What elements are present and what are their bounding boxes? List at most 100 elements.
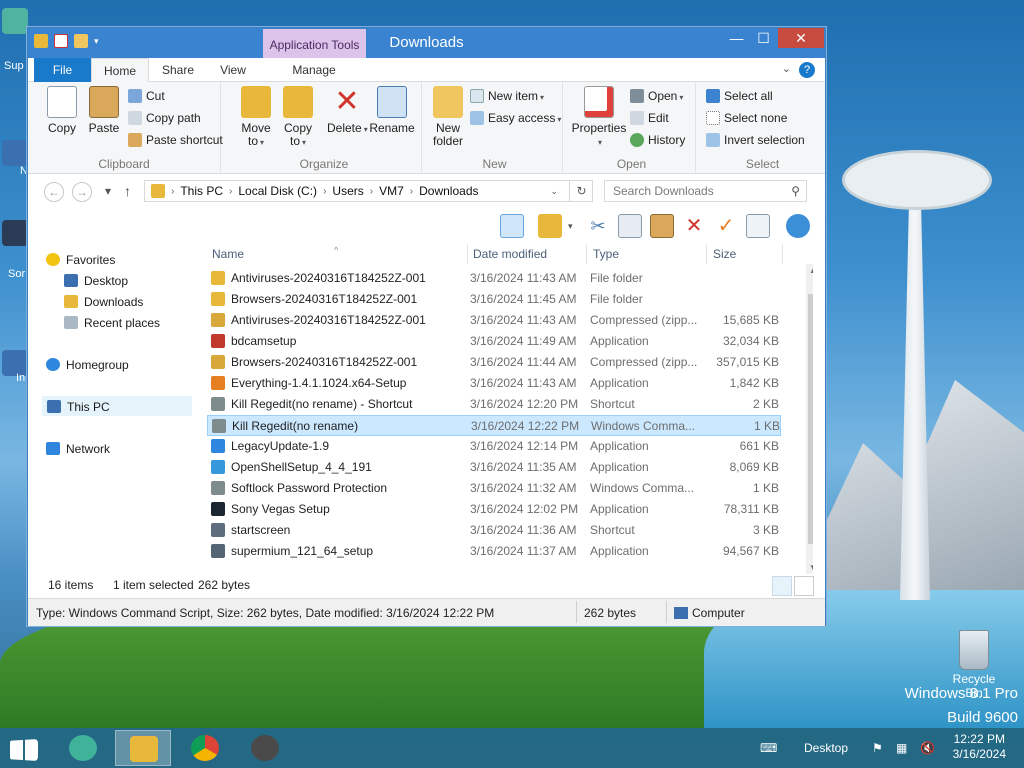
file-row[interactable]: Softlock Password Protection 3/16/2024 11… [207,478,781,499]
copy-to-button[interactable]: Copy to ▾ [279,86,317,149]
delete-button[interactable]: ✕ Delete ▾ [327,86,368,136]
file-row[interactable]: startscreen 3/16/2024 11:36 AM Shortcut 3 K… [207,520,781,541]
taskbar-chrome[interactable] [177,730,233,766]
history-button[interactable]: History [630,130,685,150]
file-row[interactable]: Antiviruses-20240316T184252Z-001 3/16/202… [207,268,781,289]
help-icon[interactable]: ? [799,62,815,78]
volume-muted-icon[interactable]: 🔇 [920,728,935,768]
scroll-up-icon[interactable]: ▲ [809,266,813,275]
cut-icon[interactable]: ✂ [586,214,610,238]
column-size[interactable]: Size [707,244,783,264]
vertical-scrollbar[interactable]: ▲ ▼ [806,264,813,574]
move-to-button[interactable]: Move to ▾ [237,86,275,149]
copy-button[interactable]: Copy [42,86,82,135]
search-input[interactable]: Search Downloads ⚲ [604,180,807,202]
chevron-down-icon[interactable]: ▾ [568,214,578,238]
taskbar-app-1[interactable] [55,730,111,766]
easy-access-button[interactable]: Easy access ▾ [470,108,561,128]
details-view-icon[interactable] [772,576,792,596]
paste-button[interactable]: Paste [84,86,124,135]
file-row[interactable]: Kill Regedit(no rename) - Shortcut 3/16/2… [207,394,781,415]
select-all-button[interactable]: Select all [706,86,773,106]
scroll-down-icon[interactable]: ▼ [809,563,813,572]
up-button[interactable]: ↑ [124,183,131,199]
refresh-icon[interactable]: ↻ [569,180,593,202]
scroll-thumb[interactable] [808,294,813,544]
properties-button[interactable]: Properties ▾ [570,86,628,149]
invert-selection-button[interactable]: Invert selection [706,130,805,150]
column-date[interactable]: Date modified [467,244,587,264]
title-bar[interactable]: ▾ Application Tools Downloads — ☐ ✕ [28,28,825,58]
cut-button[interactable]: Cut [128,86,165,106]
file-row[interactable]: Sony Vegas Setup 3/16/2024 12:02 PM Applic… [207,499,781,520]
maximize-button[interactable]: ☐ [750,28,777,48]
new-folder-button[interactable]: New folder [429,86,467,148]
desktop-icon-1[interactable] [2,8,28,34]
rename-button[interactable]: Rename [369,86,415,135]
file-row[interactable]: LegacyUpdate-1.9 3/16/2024 12:14 PM Applic… [207,436,781,457]
nav-this-pc[interactable]: This PC [42,396,192,416]
file-row[interactable]: Antiviruses-20240316T184252Z-001 3/16/202… [207,310,781,331]
shell-icon[interactable] [786,214,810,238]
column-name[interactable]: Name ^ [206,244,468,264]
tab-share[interactable]: Share [153,58,203,82]
new-item-button[interactable]: New item ▾ [470,86,544,106]
taskbar-file-explorer[interactable] [115,730,171,766]
forward-button[interactable]: → [72,182,92,202]
ribbon-collapse-icon[interactable]: ⌄ [782,62,791,75]
breadcrumb-local-disk[interactable]: Local Disk (C:) [238,184,317,198]
folder-options-icon[interactable] [538,214,562,238]
nav-desktop[interactable]: Desktop [64,271,128,291]
file-row[interactable]: Kill Regedit(no rename) 3/16/2024 12:22 P… [207,415,781,436]
minimize-button[interactable]: — [723,28,750,48]
keyboard-icon[interactable]: ⌨ [760,728,777,768]
nav-network[interactable]: Network [46,439,110,459]
address-bar[interactable]: › This PC › Local Disk (C:) › Users › VM… [144,180,593,202]
copy-path-button[interactable]: Copy path [128,108,201,128]
breadcrumb-vm7[interactable]: VM7 [379,184,404,198]
copy-icon[interactable] [618,214,642,238]
tab-file[interactable]: File [34,58,91,82]
file-row[interactable]: Browsers-20240316T184252Z-001 3/16/2024 1… [207,352,781,373]
select-none-button[interactable]: Select none [706,108,787,128]
desktop-icon-3[interactable] [2,220,28,246]
paste-shortcut-button[interactable]: Paste shortcut [128,130,223,150]
nav-homegroup[interactable]: Homegroup [46,355,129,375]
file-row[interactable]: bdcamsetup 3/16/2024 11:49 AM Application 3… [207,331,781,352]
file-row[interactable]: OpenShellSetup_4_4_191 3/16/2024 11:35 AM… [207,457,781,478]
large-icons-view-icon[interactable] [794,576,814,596]
tab-manage[interactable]: Manage [278,58,350,82]
taskbar-app-4[interactable] [237,730,293,766]
rename-icon[interactable] [746,214,770,238]
nav-recent-places[interactable]: Recent places [64,313,160,333]
recent-locations-icon[interactable]: ▾ [98,182,118,202]
file-row[interactable]: supermium_121_64_setup 3/16/2024 11:37 AM… [207,541,781,562]
file-type-icon [211,376,225,390]
chevron-down-icon[interactable]: ⌄ [550,186,558,197]
edit-button[interactable]: Edit [630,108,669,128]
tab-view[interactable]: View [208,58,258,82]
paste-icon[interactable] [650,214,674,238]
preview-pane-icon[interactable] [500,214,524,238]
breadcrumb-users[interactable]: Users [332,184,363,198]
checkmark-icon[interactable]: ✓ [714,214,738,238]
nav-favorites[interactable]: Favorites [46,250,115,270]
flag-icon[interactable]: ⚑ [872,728,883,768]
back-button[interactable]: ← [44,182,64,202]
file-row[interactable]: Everything-1.4.1.1024.x64-Setup 3/16/2024… [207,373,781,394]
desktop-toolbar[interactable]: Desktop [804,728,848,768]
start-button[interactable] [0,730,56,766]
breadcrumb-downloads[interactable]: Downloads [419,184,478,198]
network-tray-icon[interactable]: ▦ [896,728,907,768]
nav-downloads[interactable]: Downloads [64,292,143,312]
open-button[interactable]: Open ▾ [630,86,683,106]
breadcrumb-this-pc[interactable]: This PC [180,184,223,198]
close-button[interactable]: ✕ [778,28,824,48]
tab-home[interactable]: Home [91,58,149,82]
recycle-bin[interactable]: Recycle Bin [944,630,1004,700]
column-type[interactable]: Type [587,244,707,264]
delete-icon[interactable]: ✕ [682,214,706,238]
desktop-icon-2[interactable] [2,140,28,166]
taskbar-clock[interactable]: 12:22 PM 3/16/2024 [953,732,1006,762]
file-row[interactable]: Browsers-20240316T184252Z-001 3/16/2024 1… [207,289,781,310]
